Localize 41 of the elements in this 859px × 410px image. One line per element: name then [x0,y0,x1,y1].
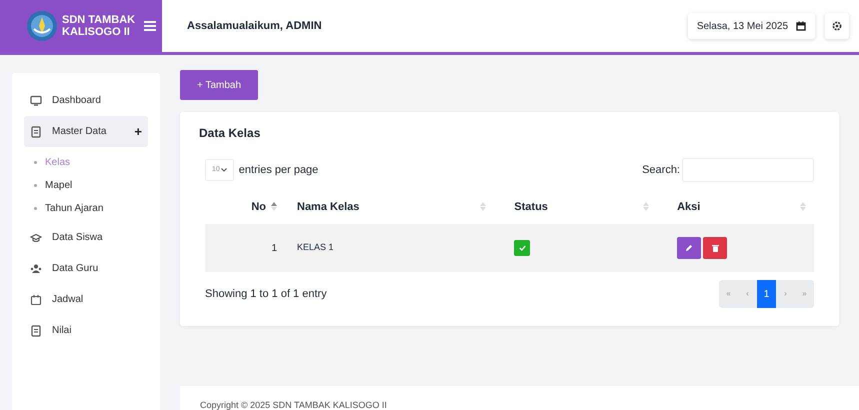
delete-button[interactable] [703,237,728,259]
document-icon [30,126,42,138]
card-title: Data Kelas [199,125,262,142]
menu-icon[interactable] [144,21,156,31]
graduation-cap-icon [30,232,42,244]
column-header[interactable]: Status [494,190,658,224]
pencil-icon [685,244,694,252]
sort-icon [643,202,650,211]
page-button[interactable]: 1 [757,280,776,308]
table-info: Showing 1 to 1 of 1 entry [205,286,328,302]
page-size-label: entries per page [238,162,320,178]
edit-button[interactable] [677,237,702,259]
column-header[interactable]: Aksi [657,190,814,224]
users-icon [30,262,42,274]
school-name: SDN TAMBAK KALISOGO II [62,14,136,38]
settings-icon [832,21,842,31]
sort-icon [480,202,486,211]
school-logo-icon [26,10,58,42]
sort-icon [271,202,277,212]
sidebar-item[interactable]: Master Data + [24,116,148,147]
document-icon [30,324,42,336]
add-button[interactable]: + Tambah [180,70,258,100]
column-header[interactable]: No [205,190,285,224]
table-cell: 1 [205,224,285,272]
expand-toggle[interactable]: + [134,122,142,142]
sort-icon [800,202,806,211]
calendar-icon [30,294,42,306]
submenu-item[interactable]: Tahun Ajaran [24,197,148,220]
submenu-item[interactable]: Mapel [24,174,148,197]
search-label: Search: [642,162,680,178]
column-header[interactable]: Nama Kelas [285,190,494,224]
copyright-text: Copyright © 2025 SDN TAMBAK KALISOGO II [200,400,387,410]
date-text: Selasa, 13 Mei 2025 [696,20,788,34]
trash-icon [712,244,719,252]
check-icon [518,244,526,251]
settings-button[interactable] [825,13,849,39]
greeting-text: Assalamualaikum, ADMIN [187,18,323,34]
monitor-icon [30,94,42,106]
table-cell: KELAS 1 [285,224,494,272]
calendar-icon [796,21,806,31]
chevron-down-icon [220,168,227,172]
